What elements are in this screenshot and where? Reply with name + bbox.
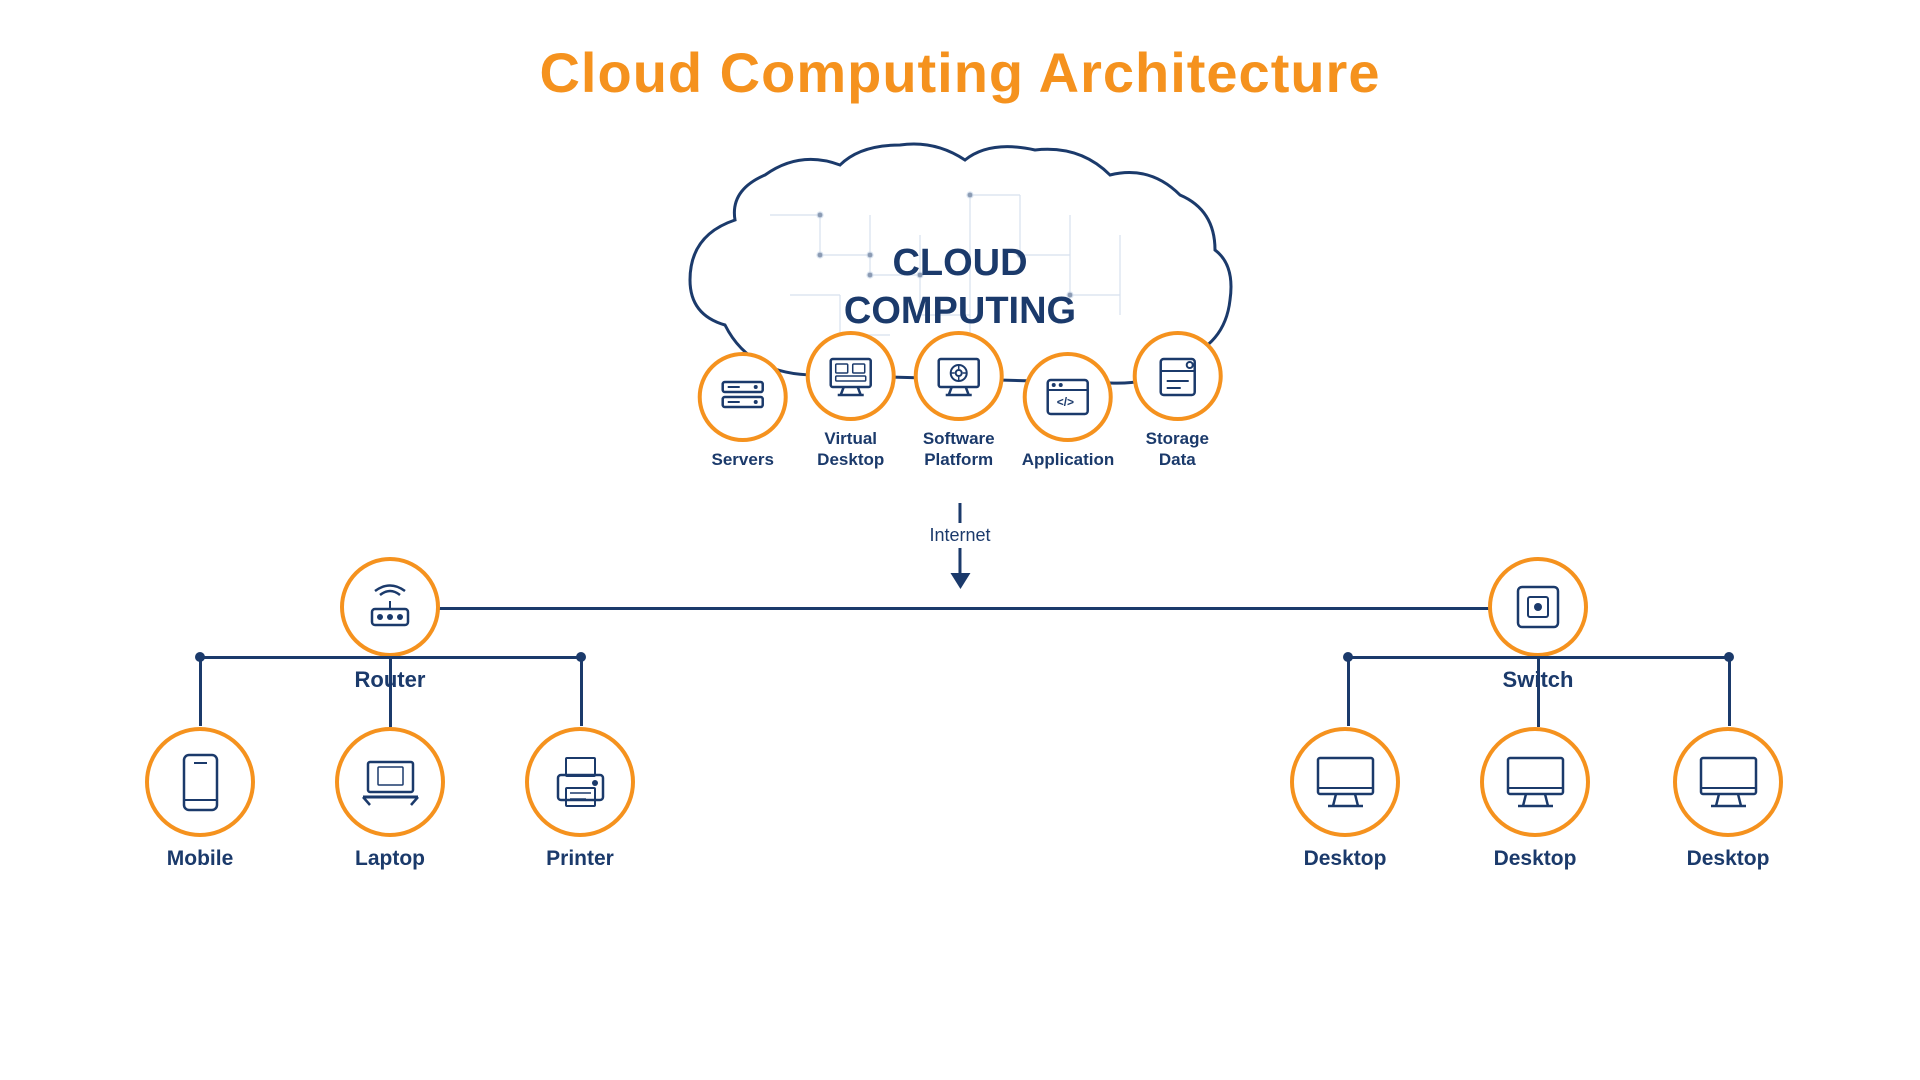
switch-circle xyxy=(1488,557,1588,657)
storage-data-label: StorageData xyxy=(1146,429,1209,470)
cloud-shape-wrapper: CLOUD COMPUTING xyxy=(670,135,1250,415)
svg-text:CLOUD: CLOUD xyxy=(892,242,1027,284)
internet-arrow xyxy=(950,573,970,589)
switch-children-hline xyxy=(1347,656,1731,659)
cloud-to-internet-line xyxy=(958,503,961,523)
internet-connector: Internet xyxy=(929,503,990,589)
internet-label: Internet xyxy=(929,525,990,546)
mobile-circle xyxy=(145,727,255,837)
service-servers: Servers xyxy=(698,352,788,470)
device-desktop2: Desktop xyxy=(1440,727,1630,871)
cloud-shape: CLOUD COMPUTING xyxy=(670,135,1250,415)
application-icon: </> xyxy=(1043,372,1093,422)
cloud-services: Servers V xyxy=(698,331,1223,470)
page-title: Cloud Computing Architecture xyxy=(0,0,1920,105)
application-circle: </> xyxy=(1023,352,1113,442)
mobile-icon xyxy=(168,750,233,815)
switch-icon xyxy=(1508,577,1568,637)
software-platform-circle xyxy=(914,331,1004,421)
switch-child-vline-1 xyxy=(1347,656,1350,726)
desktop2-icon xyxy=(1503,750,1568,815)
router-child-vline-1 xyxy=(199,656,202,726)
desktop2-circle xyxy=(1480,727,1590,837)
switch-child-dot-1 xyxy=(1343,652,1353,662)
printer-circle xyxy=(525,727,635,837)
device-desktop3: Desktop xyxy=(1633,727,1823,871)
router-main-vline xyxy=(389,657,392,727)
service-software-platform: SoftwarePlatform xyxy=(914,331,1004,470)
router-child-dot-3 xyxy=(576,652,586,662)
device-mobile: Mobile xyxy=(105,727,295,871)
desktop3-circle xyxy=(1673,727,1783,837)
internet-to-node-line xyxy=(958,548,961,573)
virtual-desktop-label: VirtualDesktop xyxy=(817,429,884,470)
printer-label: Printer xyxy=(546,847,614,871)
svg-text:COMPUTING: COMPUTING xyxy=(844,290,1076,332)
router-switch-line xyxy=(388,607,1536,610)
svg-text:</>: </> xyxy=(1057,395,1074,409)
router-child-dot-1 xyxy=(195,652,205,662)
desktop1-circle xyxy=(1290,727,1400,837)
router-children-hline xyxy=(199,656,583,659)
switch-main-vline xyxy=(1537,657,1540,727)
service-virtual-desktop: VirtualDesktop xyxy=(806,331,896,470)
virtual-desktop-circle xyxy=(806,331,896,421)
servers-circle xyxy=(698,352,788,442)
device-desktop1: Desktop xyxy=(1250,727,1440,871)
device-printer: Printer xyxy=(485,727,675,871)
storage-data-icon xyxy=(1152,351,1202,401)
laptop-label: Laptop xyxy=(355,847,425,871)
desktop1-label: Desktop xyxy=(1304,847,1387,871)
servers-icon xyxy=(718,372,768,422)
switch-child-vline-3 xyxy=(1728,656,1731,726)
service-application: </> Application xyxy=(1022,352,1115,470)
desktop3-icon xyxy=(1696,750,1761,815)
router-icon xyxy=(360,577,420,637)
laptop-icon xyxy=(358,750,423,815)
software-platform-icon xyxy=(934,351,984,401)
desktop2-label: Desktop xyxy=(1494,847,1577,871)
software-platform-label: SoftwarePlatform xyxy=(923,429,995,470)
printer-icon xyxy=(548,750,613,815)
virtual-desktop-icon xyxy=(826,351,876,401)
router-child-vline-3 xyxy=(580,656,583,726)
router-circle xyxy=(340,557,440,657)
service-storage-data: StorageData xyxy=(1132,331,1222,470)
mobile-label: Mobile xyxy=(167,847,234,871)
desktop1-icon xyxy=(1313,750,1378,815)
storage-data-circle xyxy=(1132,331,1222,421)
servers-label: Servers xyxy=(712,450,774,470)
desktop3-label: Desktop xyxy=(1687,847,1770,871)
laptop-circle xyxy=(335,727,445,837)
switch-child-dot-3 xyxy=(1724,652,1734,662)
diagram-container: CLOUD COMPUTING xyxy=(0,105,1920,1055)
application-label: Application xyxy=(1022,450,1115,470)
device-laptop: Laptop xyxy=(295,727,485,871)
